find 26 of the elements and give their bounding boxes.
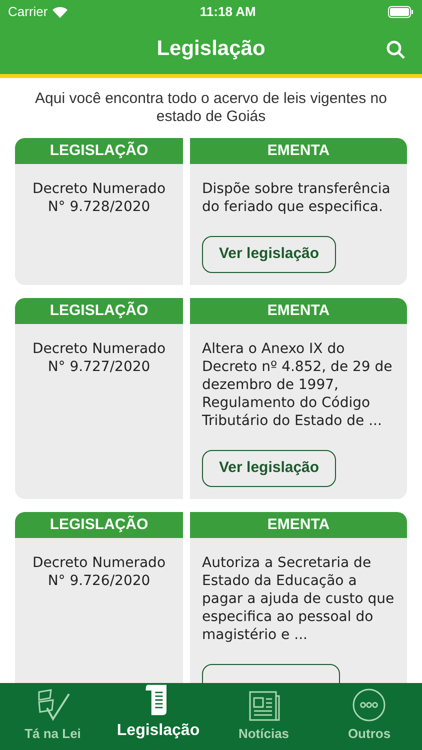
search-icon — [386, 40, 406, 60]
more-options-icon — [352, 688, 386, 722]
wifi-icon — [52, 6, 68, 18]
tab-bar-item[interactable]: Legislação — [106, 683, 211, 750]
summary-text: Dispõe sobre transferência do feriado que especifica. — [202, 180, 392, 216]
tab-bar-item[interactable]: Notícias — [211, 683, 316, 750]
carrier-label: Carrier — [8, 3, 48, 22]
column-heading: EMENTA — [190, 512, 407, 538]
summary-text: Autoriza a Secretaria de Estado da Educação a pagar a ajuda de custo que especifica ao pessoal do magistério e ... — [202, 554, 396, 644]
page-title: Legislação — [156, 36, 266, 62]
clock-time: 11:18 AM — [200, 3, 256, 22]
view-legislation-button[interactable]: Ver legislação — [202, 236, 336, 273]
view-legislation-button[interactable]: Ver legislação — [202, 450, 336, 487]
tab-bar-item[interactable]: Tá na Lei — [0, 683, 106, 750]
tab-bar-item[interactable]: Outros — [316, 683, 422, 750]
summary-text: Altera o Anexo IX do Decreto nº 4.852, de 29 de dezembro de 1997, Regulamento do Código Tributário do Estado de ... — [202, 340, 394, 430]
law-name: Decreto Numerado N° 9.727/2020 — [32, 340, 166, 376]
intro-text: Aqui você encontra todo o acervo de leis vigentes no estado de Goiás — [34, 89, 388, 127]
battery-icon — [388, 6, 414, 18]
column-heading: EMENTA — [190, 298, 407, 324]
column-heading: EMENTA — [190, 138, 407, 164]
column-heading: LEGISLAÇÃO — [15, 298, 183, 324]
law-name: Decreto Numerado N° 9.726/2020 — [32, 554, 166, 590]
law-name: Decreto Numerado N° 9.728/2020 — [32, 180, 166, 216]
column-heading: LEGISLAÇÃO — [15, 138, 183, 164]
column-heading: LEGISLAÇÃO — [15, 512, 183, 538]
